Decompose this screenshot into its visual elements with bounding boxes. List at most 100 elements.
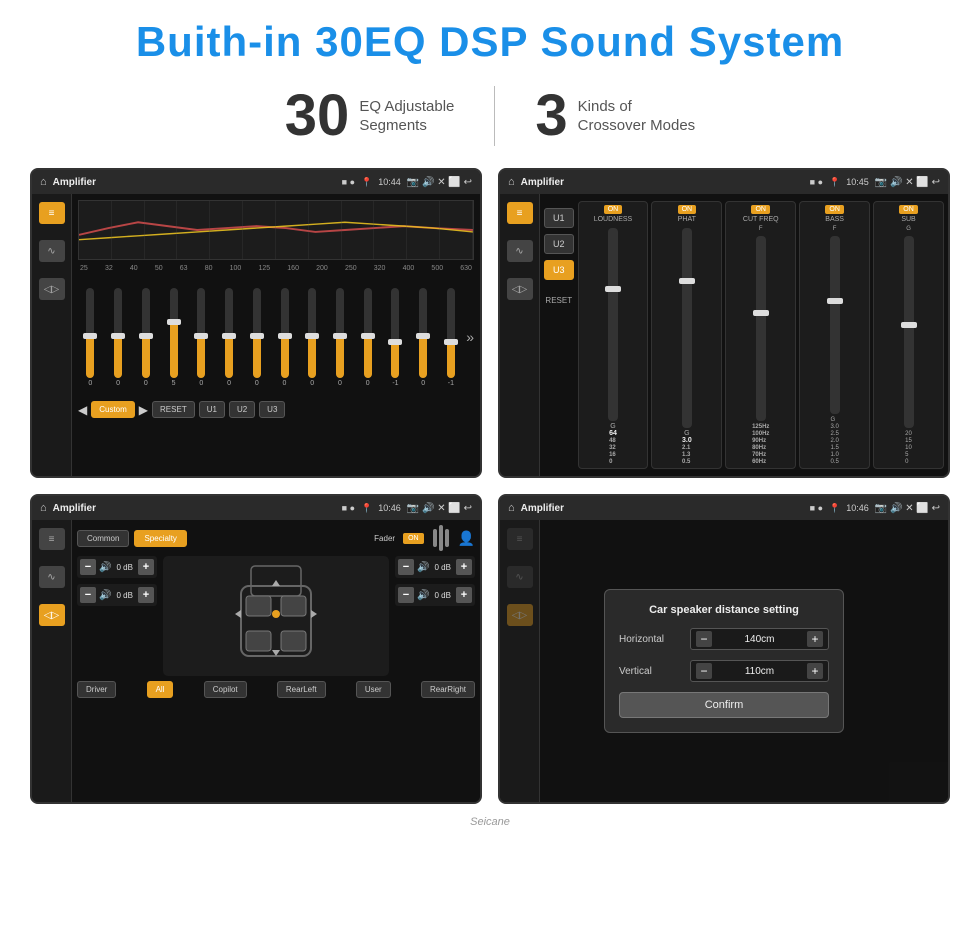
specialty-mode-btn[interactable]: Specialty [134, 530, 186, 547]
fader-sl-2 [439, 525, 443, 551]
u1-crossover-btn[interactable]: U1 [544, 208, 574, 228]
vol4-plus[interactable]: + [456, 587, 472, 603]
cutfreq-values: 125Hz100Hz90Hz80Hz70Hz60Hz [752, 423, 769, 465]
screen2-crossover: ⌂ Amplifier ■ ● 📍 10:45 📷 🔊 ✕ ⬜ ↩ ≡ ∿ ◁▷… [498, 168, 950, 478]
screen3-main: Common Specialty Fader ON 👤 − [72, 520, 480, 802]
eq-slider-5: 0 [189, 288, 214, 387]
screen4-body: ≡ ∿ ◁▷ Car speaker distance setting Hori… [500, 520, 948, 802]
rearleft-btn[interactable]: RearLeft [277, 681, 326, 698]
screen1-body: ≡ ∿ ◁▷ [32, 194, 480, 476]
loudness-g-label: G [610, 423, 615, 430]
vol1-plus[interactable]: + [138, 559, 154, 575]
vol3-minus[interactable]: − [398, 559, 414, 575]
wave-sidebar-icon[interactable]: ∿ [39, 240, 65, 262]
loudness-panel: ON LOUDNESS G 644832160 [578, 201, 649, 469]
fader-on-badge: ON [403, 533, 424, 544]
page-header: Buith-in 30EQ DSP Sound System [0, 0, 980, 76]
rearright-btn[interactable]: RearRight [421, 681, 475, 698]
eq-display [78, 200, 474, 260]
vol-icon-s3[interactable]: ◁▷ [39, 604, 65, 626]
vol3-label: 0 dB [432, 563, 453, 572]
common-mode-btn[interactable]: Common [77, 530, 129, 547]
eq-sidebar-icon[interactable]: ≡ [39, 202, 65, 224]
vertical-minus[interactable]: − [696, 663, 712, 679]
copilot-btn[interactable]: Copilot [204, 681, 247, 698]
vol-sidebar-icon[interactable]: ◁▷ [39, 278, 65, 300]
eq-slider-12: -1 [383, 288, 408, 387]
u1-btn[interactable]: U1 [199, 401, 225, 418]
custom-btn[interactable]: Custom [91, 401, 135, 418]
vol4-minus[interactable]: − [398, 587, 414, 603]
screen2-title: Amplifier [521, 177, 804, 188]
loudness-slider[interactable] [608, 228, 618, 421]
u2-crossover-btn[interactable]: U2 [544, 234, 574, 254]
eq-stat: 30 EQ AdjustableSegments [245, 87, 495, 145]
u-buttons-col: U1 U2 U3 RESET [544, 198, 574, 472]
screen3-topbar: ⌂ Amplifier ■ ● 📍 10:46 📷 🔊 ✕ ⬜ ↩ [32, 496, 480, 520]
cutfreq-flabel: F [759, 226, 763, 232]
vol1-minus[interactable]: − [80, 559, 96, 575]
driver-btn[interactable]: Driver [77, 681, 116, 698]
eq-icon-s2[interactable]: ≡ [507, 202, 533, 224]
screen3-balance: ⌂ Amplifier ■ ● 📍 10:46 📷 🔊 ✕ ⬜ ↩ ≡ ∿ ◁▷… [30, 494, 482, 804]
phat-slider[interactable] [682, 228, 692, 428]
vol4-label: 0 dB [432, 591, 453, 600]
vol3-plus[interactable]: + [456, 559, 472, 575]
bass-on: ON [825, 205, 844, 214]
dialog-title: Car speaker distance setting [619, 604, 829, 616]
screen4-topbar: ⌂ Amplifier ■ ● 📍 10:46 📷 🔊 ✕ ⬜ ↩ [500, 496, 948, 520]
horizontal-input: − 140cm + [690, 628, 829, 650]
screen3-title: Amplifier [53, 503, 336, 514]
location-icon4: 📍 [829, 503, 840, 514]
screen2-topbar: ⌂ Amplifier ■ ● 📍 10:45 📷 🔊 ✕ ⬜ ↩ [500, 170, 948, 194]
u2-btn[interactable]: U2 [229, 401, 255, 418]
screen1-sidebar: ≡ ∿ ◁▷ [32, 194, 72, 476]
vol-row-1: − 🔊 0 dB + [77, 556, 157, 578]
horizontal-plus[interactable]: + [807, 631, 823, 647]
vertical-plus[interactable]: + [807, 663, 823, 679]
wave-icon-s2[interactable]: ∿ [507, 240, 533, 262]
bass-slider[interactable] [830, 236, 840, 414]
fader-sl-1 [433, 529, 437, 547]
screen3-icons: ■ ● [342, 503, 355, 513]
vol-icon-s2[interactable]: ◁▷ [507, 278, 533, 300]
eq-slider-7: 0 [244, 288, 269, 387]
screen2-icons: ■ ● [810, 177, 823, 187]
horizontal-minus[interactable]: − [696, 631, 712, 647]
eq-icon-s3[interactable]: ≡ [39, 528, 65, 550]
scroll-arrow[interactable]: » [466, 329, 474, 345]
wave-icon-s3[interactable]: ∿ [39, 566, 65, 588]
u3-btn[interactable]: U3 [259, 401, 285, 418]
eq-slider-3: 0 [133, 288, 158, 387]
screen3-time: 10:46 [378, 503, 401, 513]
balance-right-col: − 🔊 0 dB + − 🔊 0 dB + [395, 556, 475, 676]
vol2-minus[interactable]: − [80, 587, 96, 603]
crossover-layout: U1 U2 U3 RESET ON LOUDNESS [544, 198, 944, 472]
watermark-text: Seicane [470, 816, 510, 828]
fader-label: Fader [374, 534, 395, 543]
prev-arrow[interactable]: ◀ [78, 403, 87, 417]
cutfreq-slider[interactable] [756, 236, 766, 421]
user-btn[interactable]: User [356, 681, 391, 698]
speaker-icon-2: 🔊 [99, 590, 111, 601]
vertical-row: Vertical − 110cm + [619, 660, 829, 682]
vol1-label: 0 dB [114, 563, 135, 572]
reset-btn[interactable]: RESET [152, 401, 195, 418]
vol2-plus[interactable]: + [138, 587, 154, 603]
u3-crossover-btn[interactable]: U3 [544, 260, 574, 280]
screen1-eq: ⌂ Amplifier ■ ● 📍 10:44 📷 🔊 ✕ ⬜ ↩ ≡ ∿ ◁▷ [30, 168, 482, 478]
sub-slider[interactable] [904, 236, 914, 428]
all-btn[interactable]: All [147, 681, 174, 698]
vol-icon-s4: ◁▷ [507, 604, 533, 626]
eq-slider-9: 0 [300, 288, 325, 387]
next-arrow[interactable]: ▶ [139, 403, 148, 417]
crossover-label: Kinds ofCrossover Modes [578, 97, 696, 136]
location-icon2: 📍 [829, 177, 840, 188]
sub-handle [901, 322, 917, 328]
home-icon2: ⌂ [508, 176, 515, 188]
bass-flabel: F [833, 226, 837, 232]
eq-slider-6: 0 [217, 288, 242, 387]
reset-crossover-btn[interactable]: RESET [544, 296, 574, 305]
cutfreq-label: CUT FREQ [743, 216, 779, 223]
confirm-button[interactable]: Confirm [619, 692, 829, 718]
